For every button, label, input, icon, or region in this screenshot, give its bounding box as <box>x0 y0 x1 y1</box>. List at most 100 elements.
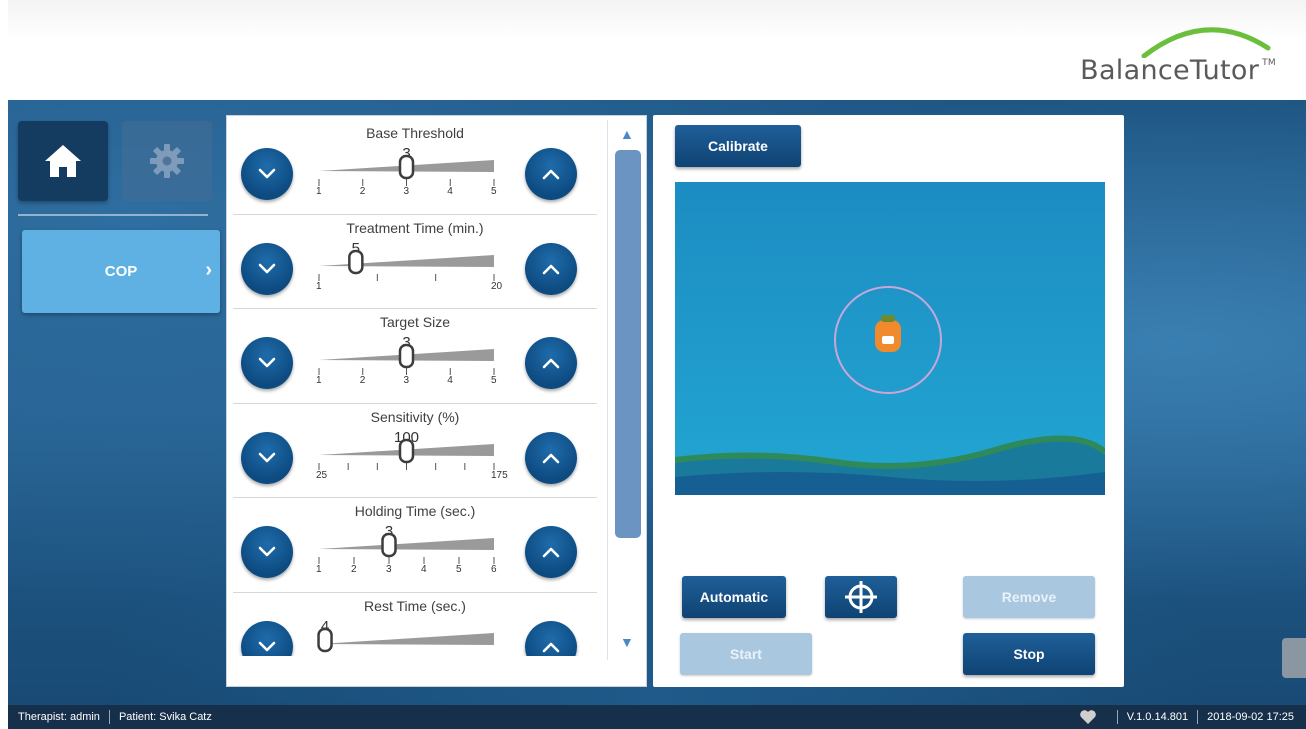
chevron-down-icon <box>258 357 276 368</box>
calibrate-label: Calibrate <box>708 138 768 154</box>
slider-thumb[interactable] <box>398 438 415 463</box>
decrease-button[interactable] <box>241 526 293 578</box>
param-slider[interactable]: 100 25 175 <box>313 429 513 495</box>
decrease-button[interactable] <box>241 620 293 656</box>
stop-label: Stop <box>1013 646 1045 662</box>
param-title: Rest Time (sec.) <box>364 597 466 614</box>
tick-label: 4 <box>421 564 427 575</box>
param-slider[interactable]: 4 <box>313 618 513 657</box>
decrease-button[interactable] <box>241 431 293 484</box>
decrease-button[interactable] <box>241 148 293 200</box>
slider-track <box>318 532 495 564</box>
decrease-button[interactable] <box>241 242 293 295</box>
param-title: Base Threshold <box>366 125 464 141</box>
status-separator <box>108 710 110 724</box>
tick-label: 5 <box>456 564 462 575</box>
brand-tm: TM <box>1262 58 1276 68</box>
tick-label: 4 <box>447 375 453 386</box>
status-separator <box>1197 710 1199 724</box>
game-panel: Calibrate Automatic Remove Start Stop <box>653 115 1124 687</box>
tick-label: 25 <box>316 469 328 481</box>
tick-label: 2 <box>359 186 366 197</box>
status-bar: Therapist: admin Patient: Svika Catz V.1… <box>8 705 1306 729</box>
automatic-label: Automatic <box>699 589 769 605</box>
increase-button[interactable] <box>525 431 577 484</box>
chevron-up-icon <box>542 264 560 274</box>
chevron-up-icon <box>542 169 560 180</box>
increase-button[interactable] <box>525 148 577 200</box>
tick-label: 2 <box>359 375 366 386</box>
side-tab-handle[interactable] <box>1282 638 1306 678</box>
tick-label: 175 <box>491 469 508 481</box>
tick-label: 3 <box>403 375 410 386</box>
start-button[interactable]: Start <box>680 633 812 675</box>
tick-label: 1 <box>316 375 322 386</box>
brand-name: BalanceTutor <box>1080 55 1260 86</box>
gear-icon <box>150 144 184 178</box>
version-label: V.1.0.14.801 <box>1126 711 1189 723</box>
scrollbar[interactable]: ▲ ▼ <box>607 120 647 660</box>
tick-label: 1 <box>316 564 322 575</box>
home-icon <box>45 145 81 177</box>
mode-cop-label: COP <box>104 263 138 280</box>
slider-track <box>317 627 494 652</box>
slider-thumb[interactable] <box>348 249 364 274</box>
calibrate-button[interactable]: Calibrate <box>675 125 801 167</box>
param-title: Target Size <box>379 314 451 330</box>
tick-label: 1 <box>316 280 322 292</box>
param-slider[interactable]: 312345 <box>313 145 513 211</box>
home-button[interactable] <box>18 121 108 201</box>
slider-thumb[interactable] <box>381 532 397 558</box>
param-slider[interactable]: 3123456 <box>313 523 513 589</box>
tick-label: 5 <box>491 375 497 386</box>
param-row: Treatment Time (min.) 5 1 20 <box>233 215 597 309</box>
param-row: Holding Time (sec.) 3 1 2 3 4 5 6 <box>233 498 597 593</box>
tick-label: 20 <box>491 280 503 292</box>
settings-button[interactable] <box>122 121 212 201</box>
increase-button[interactable] <box>525 620 577 656</box>
game-view[interactable] <box>675 182 1105 495</box>
tick-label: 2 <box>351 564 357 575</box>
chevron-down-icon <box>258 452 276 462</box>
tick-label: 1 <box>316 186 322 197</box>
param-row: Base Threshold 3 1 2 3 4 5 <box>233 120 597 215</box>
chevron-up-icon <box>542 642 560 652</box>
param-slider[interactable]: 5 1 20 <box>313 240 513 306</box>
status-separator <box>1116 710 1118 724</box>
automatic-button[interactable]: Automatic <box>682 576 786 618</box>
increase-button[interactable] <box>525 337 577 389</box>
heart-icon[interactable] <box>1079 709 1097 725</box>
target-button[interactable] <box>825 576 897 618</box>
logo-arc-icon <box>1141 27 1271 58</box>
scroll-down-icon[interactable]: ▼ <box>620 634 634 650</box>
tick-label: 4 <box>447 186 453 197</box>
chevron-down-icon <box>258 263 276 273</box>
chevron-up-icon <box>542 453 560 463</box>
param-slider[interactable]: 312345 <box>313 334 513 400</box>
tick-label: 3 <box>403 186 410 197</box>
chevron-down-icon <box>258 168 276 179</box>
slider-track <box>318 249 495 281</box>
chevron-right-icon: › <box>205 259 212 281</box>
mode-cop-button[interactable]: COP › <box>22 230 220 313</box>
param-row: Target Size 3 1 2 3 4 5 <box>233 309 597 404</box>
stop-button[interactable]: Stop <box>963 633 1095 675</box>
crosshair-icon <box>845 581 877 613</box>
slider-track <box>318 154 495 186</box>
increase-button[interactable] <box>525 526 577 578</box>
scroll-up-icon[interactable]: ▲ <box>620 126 634 142</box>
slider-thumb[interactable] <box>317 627 333 652</box>
patient-label: Patient: Svika Catz <box>118 711 212 723</box>
decrease-button[interactable] <box>241 337 293 389</box>
slider-thumb[interactable] <box>398 154 415 180</box>
remove-button[interactable]: Remove <box>963 576 1095 618</box>
slider-thumb[interactable] <box>398 343 415 369</box>
scrollbar-thumb[interactable] <box>615 150 641 538</box>
therapist-label: Therapist: admin <box>18 711 100 723</box>
parameters-list[interactable]: Base Threshold 3 1 2 3 4 5 Treatment Time (min.… <box>233 120 597 656</box>
param-title: Holding Time (sec.) <box>354 503 476 519</box>
parameters-panel: Base Threshold 3 1 2 3 4 5 Treatment Time (min.… <box>226 115 647 687</box>
start-label: Start <box>730 646 762 662</box>
increase-button[interactable] <box>525 242 577 295</box>
tick-label: 3 <box>386 564 392 575</box>
